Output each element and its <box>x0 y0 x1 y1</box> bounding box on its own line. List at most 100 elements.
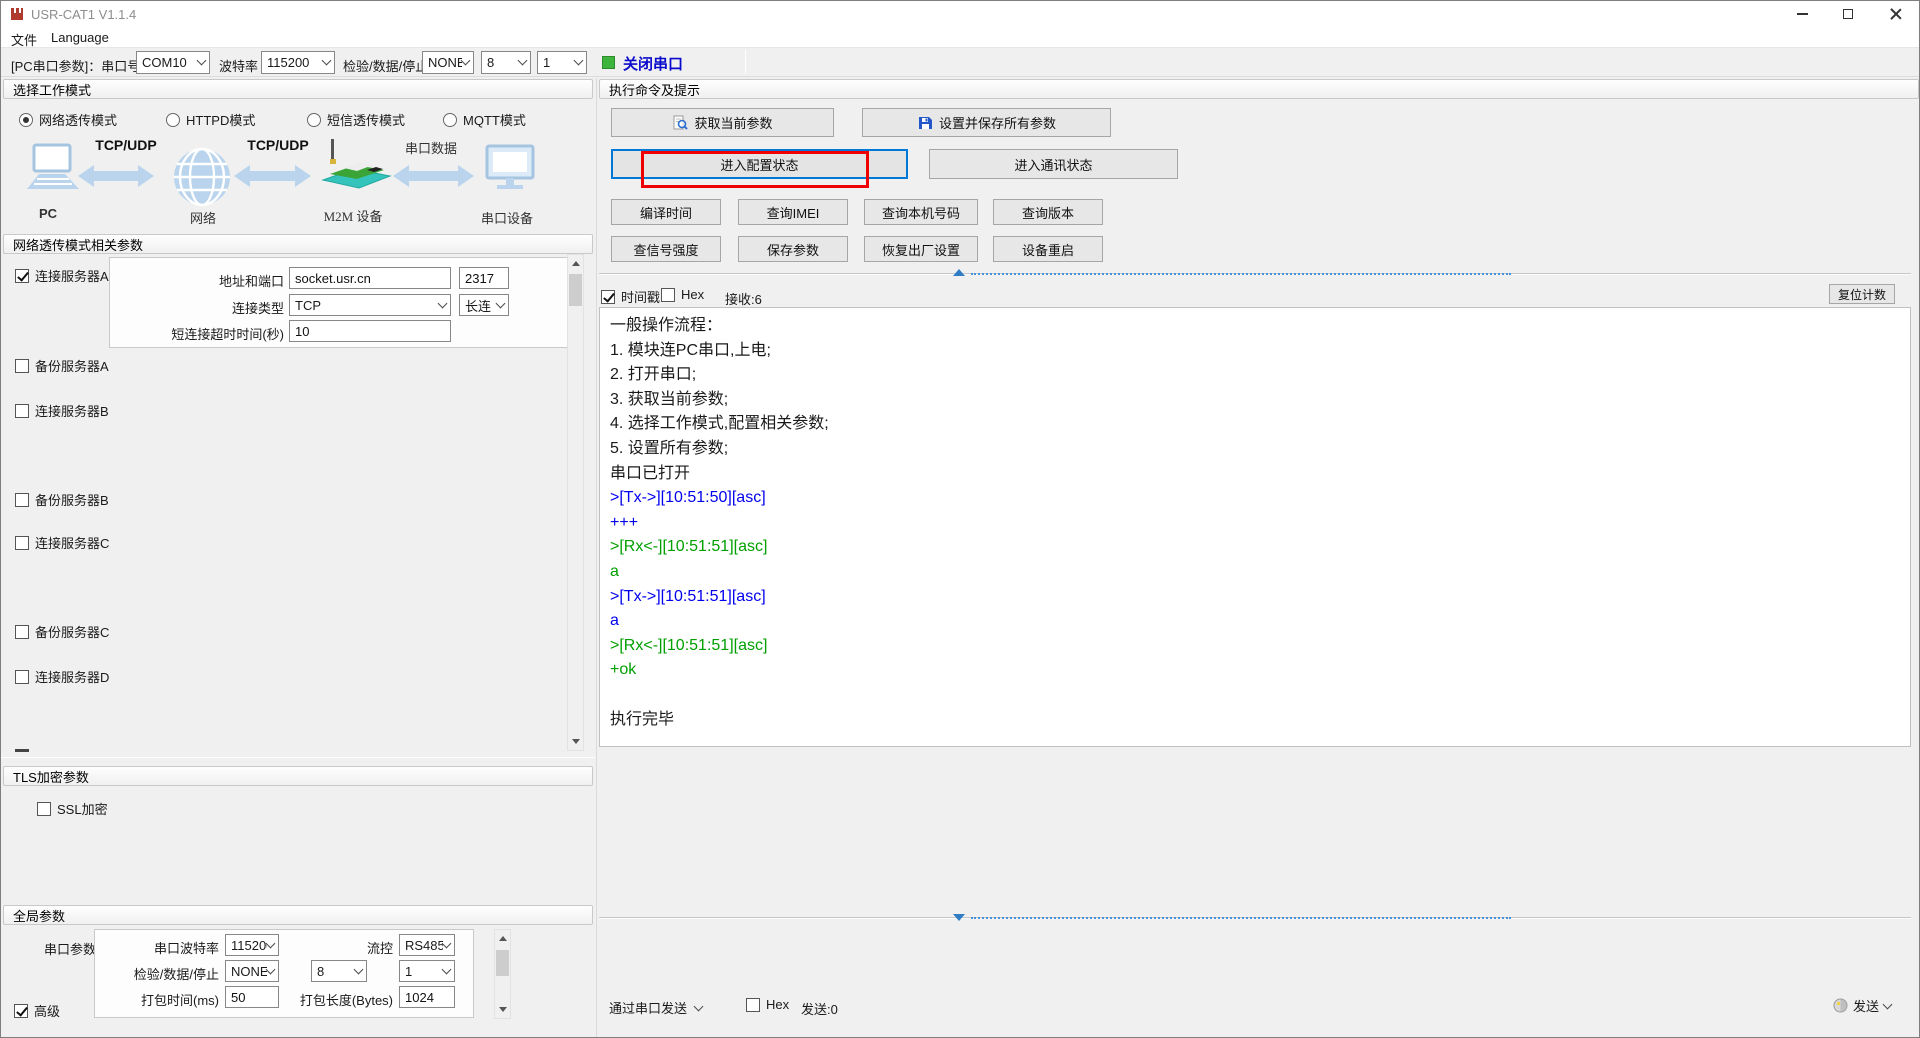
enter-comm-label: 进入通讯状态 <box>1014 155 1092 174</box>
scrollbar-thumb[interactable] <box>569 274 582 306</box>
toolbar-separator <box>745 50 746 74</box>
enter-comm-button[interactable]: 进入通讯状态 <box>929 149 1178 179</box>
radio-httpd-mode[interactable]: HTTPD模式 <box>166 110 255 129</box>
menu-language[interactable]: Language <box>51 30 109 45</box>
server-a-address-input[interactable] <box>289 267 451 289</box>
query-version-button[interactable]: 查询版本 <box>993 199 1103 225</box>
close-icon <box>1890 8 1902 20</box>
baud-select[interactable]: 115200 <box>261 51 335 74</box>
com-port-select[interactable]: COM10 <box>136 51 210 74</box>
ssl-checkbox[interactable]: SSL加密 <box>37 799 108 818</box>
chevron-down-icon <box>518 56 528 66</box>
get-params-button[interactable]: 获取当前参数 <box>611 108 834 137</box>
keepalive-select[interactable]: 长连 <box>459 294 509 316</box>
radio-label: HTTPD模式 <box>186 110 255 129</box>
backup-a-checkbox[interactable]: 备份服务器A <box>15 356 109 375</box>
chevron-down-icon <box>496 298 506 308</box>
left-panel-scrollbar[interactable] <box>567 254 584 751</box>
save-params-button[interactable]: 保存参数 <box>738 236 848 262</box>
radio-icon <box>443 113 457 127</box>
radio-net-transparent-mode[interactable]: 网络透传模式 <box>19 110 117 129</box>
close-serial-button[interactable]: 关闭串口 <box>623 53 683 74</box>
scroll-up-icon[interactable] <box>572 261 580 266</box>
checkbox-icon <box>15 625 29 639</box>
advanced-checkbox[interactable]: 高级 <box>14 1001 60 1020</box>
splitter-grip[interactable] <box>971 273 1511 275</box>
radio-sms-mode[interactable]: 短信透传模式 <box>307 110 405 129</box>
global-panel-scrollbar[interactable] <box>494 929 511 1019</box>
pc-serial-label: [PC串口参数]：串口号 <box>11 56 140 75</box>
stopbits-select[interactable]: 1 <box>537 51 587 74</box>
server-b-checkbox[interactable]: 连接服务器B <box>15 401 109 420</box>
g-parity-label: 检验/数据/停止 <box>121 964 219 983</box>
set-save-all-button[interactable]: 设置并保存所有参数 <box>862 108 1111 137</box>
minimize-icon <box>1797 13 1808 15</box>
baud-value: 115200 <box>267 55 309 70</box>
splitter-collapse-down-icon[interactable] <box>953 914 965 921</box>
chevron-down-icon <box>694 1002 704 1012</box>
scroll-down-icon[interactable] <box>499 1007 507 1012</box>
g-stopbits-select[interactable]: 1 <box>399 960 455 982</box>
query-signal-label: 查信号强度 <box>633 240 698 259</box>
maximize-button[interactable] <box>1825 1 1871 27</box>
log-line: 3. 获取当前参数; <box>610 388 1900 413</box>
splitter-collapse-up-icon[interactable] <box>953 269 965 276</box>
query-imei-button[interactable]: 查询IMEI <box>738 199 848 225</box>
query-signal-button[interactable]: 查信号强度 <box>611 236 721 262</box>
checkbox-checked-icon <box>15 269 29 283</box>
flow-select[interactable]: RS485 <box>399 934 455 956</box>
chevron-down-icon <box>322 56 332 66</box>
timestamp-checkbox[interactable]: 时间戳 <box>601 287 660 306</box>
backup-b-checkbox[interactable]: 备份服务器B <box>15 490 109 509</box>
log-output-area[interactable]: 一般操作流程： 1. 模块连PC串口,上电; 2. 打开串口; 3. 获取当前参… <box>599 307 1911 747</box>
timeout-input[interactable] <box>289 320 451 342</box>
server-d-checkbox[interactable]: 连接服务器D <box>15 667 109 686</box>
chevron-down-icon <box>574 56 584 66</box>
chevron-down-icon <box>197 56 207 66</box>
parity-select[interactable]: NONE <box>422 51 474 74</box>
node-label-serial-device: 串口设备 <box>467 208 547 227</box>
databits-select[interactable]: 8 <box>481 51 531 74</box>
device-restart-label: 设备重启 <box>1022 240 1074 259</box>
send-hex-checkbox[interactable]: Hex <box>746 997 789 1012</box>
backup-c-checkbox[interactable]: 备份服务器C <box>15 622 109 641</box>
device-restart-button[interactable]: 设备重启 <box>993 236 1103 262</box>
reset-count-button[interactable]: 复位计数 <box>1829 284 1895 304</box>
window-title: USR-CAT1 V1.1.4 <box>31 7 136 22</box>
radio-mqtt-mode[interactable]: MQTT模式 <box>443 110 526 129</box>
server-a-port-input[interactable] <box>459 267 509 289</box>
server-c-label: 连接服务器C <box>35 533 109 552</box>
scroll-down-icon[interactable] <box>572 739 580 744</box>
g-baud-select[interactable]: 115200 <box>225 934 279 956</box>
splitter-grip[interactable] <box>971 917 1511 919</box>
chevron-down-icon <box>266 964 276 974</box>
g-parity-select[interactable]: NONE <box>225 960 279 982</box>
compile-time-button[interactable]: 编译时间 <box>611 199 721 225</box>
pack-time-input[interactable] <box>225 986 279 1008</box>
g-databits-select[interactable]: 8 <box>311 960 367 982</box>
g-databits-value: 8 <box>317 964 324 979</box>
factory-reset-button[interactable]: 恢复出厂设置 <box>864 236 978 262</box>
scroll-up-icon[interactable] <box>499 936 507 941</box>
radio-label: MQTT模式 <box>463 110 526 129</box>
send-via-serial-dropdown[interactable]: 通过串口发送 <box>609 998 702 1017</box>
conn-type-select[interactable]: TCP <box>289 294 451 316</box>
query-number-button[interactable]: 查询本机号码 <box>864 199 978 225</box>
pack-len-input[interactable] <box>399 986 455 1008</box>
log-line: 1. 模块连PC串口,上电; <box>610 339 1900 364</box>
timestamp-label: 时间戳 <box>621 287 660 306</box>
menu-file[interactable]: 文件 <box>11 30 37 49</box>
minimize-button[interactable] <box>1779 1 1825 27</box>
reset-count-label: 复位计数 <box>1838 286 1886 303</box>
scrollbar-thumb[interactable] <box>496 950 509 976</box>
factory-reset-label: 恢复出厂设置 <box>882 240 960 259</box>
send-hex-label: Hex <box>766 997 789 1012</box>
close-button[interactable] <box>1871 1 1920 27</box>
log-line: a <box>610 560 1900 585</box>
log-hex-checkbox[interactable]: Hex <box>661 287 704 302</box>
server-c-checkbox[interactable]: 连接服务器C <box>15 533 109 552</box>
send-label: 发送 <box>1853 996 1879 1015</box>
server-a-checkbox[interactable]: 连接服务器A <box>15 266 109 285</box>
g-baud-label: 串口波特率 <box>141 938 219 957</box>
send-button[interactable]: 发送 <box>1833 996 1891 1015</box>
